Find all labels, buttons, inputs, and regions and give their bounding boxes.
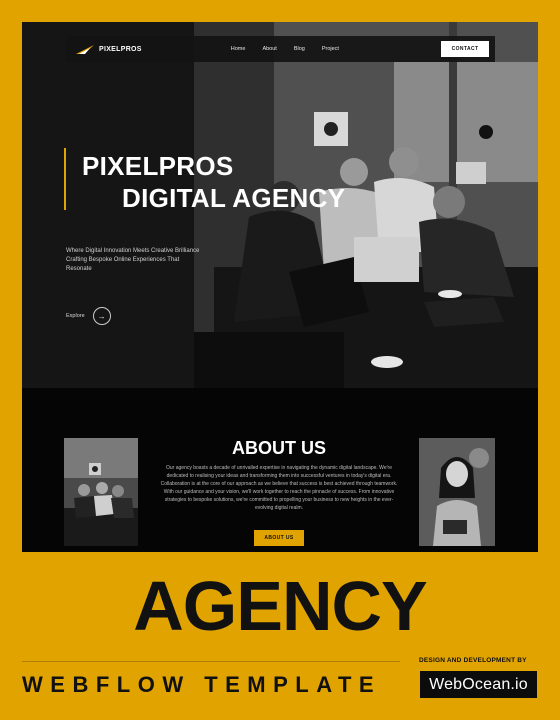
about-us-button[interactable]: ABOUT US: [254, 530, 304, 546]
about-title: ABOUT US: [232, 438, 326, 458]
divider: [22, 661, 400, 662]
nav-link-blog[interactable]: Blog: [294, 46, 305, 52]
hero-headline-line1: PIXELPROS: [82, 151, 234, 181]
hero-tagline: Where Digital Innovation Meets Creative …: [66, 248, 200, 272]
logo[interactable]: PIXELPROS: [76, 44, 142, 54]
promo-subtitle: WEBFLOW TEMPLATE: [22, 672, 382, 697]
about-body: Our agency boasts a decade of unrivalled…: [160, 465, 398, 512]
nav-link-home[interactable]: Home: [231, 46, 246, 52]
hero-section: PIXELPROS Home About Blog Project CONTAC…: [22, 22, 538, 388]
contact-button[interactable]: CONTACT: [441, 41, 489, 57]
logo-wing-icon: [76, 44, 94, 54]
logo-text: PIXELPROS: [99, 45, 142, 53]
hero-headline-line2: DIGITAL AGENCY: [122, 183, 346, 213]
nav-link-about[interactable]: About: [262, 46, 276, 52]
site-preview: PIXELPROS Home About Blog Project CONTAC…: [22, 22, 538, 552]
hero-headline: PIXELPROS DIGITAL AGENCY: [82, 150, 345, 214]
nav-link-project[interactable]: Project: [322, 46, 339, 52]
promo-title: AGENCY: [133, 567, 427, 645]
nav-links: Home About Blog Project: [231, 46, 339, 52]
about-team-photo: [64, 438, 138, 546]
headline-accent-bar: [64, 148, 66, 210]
brand-badge[interactable]: WebOcean.io: [420, 671, 537, 698]
navbar: PIXELPROS Home About Blog Project CONTAC…: [66, 36, 495, 62]
about-section: ABOUT US Our agency boasts a decade of u…: [22, 388, 538, 552]
explore-label: Explore: [66, 313, 85, 319]
design-credit: DESIGN AND DEVELOPMENT BY: [419, 657, 527, 664]
explore-link[interactable]: Explore →: [66, 307, 111, 325]
about-portrait-photo: [419, 438, 495, 546]
arrow-right-icon[interactable]: →: [92, 307, 111, 325]
